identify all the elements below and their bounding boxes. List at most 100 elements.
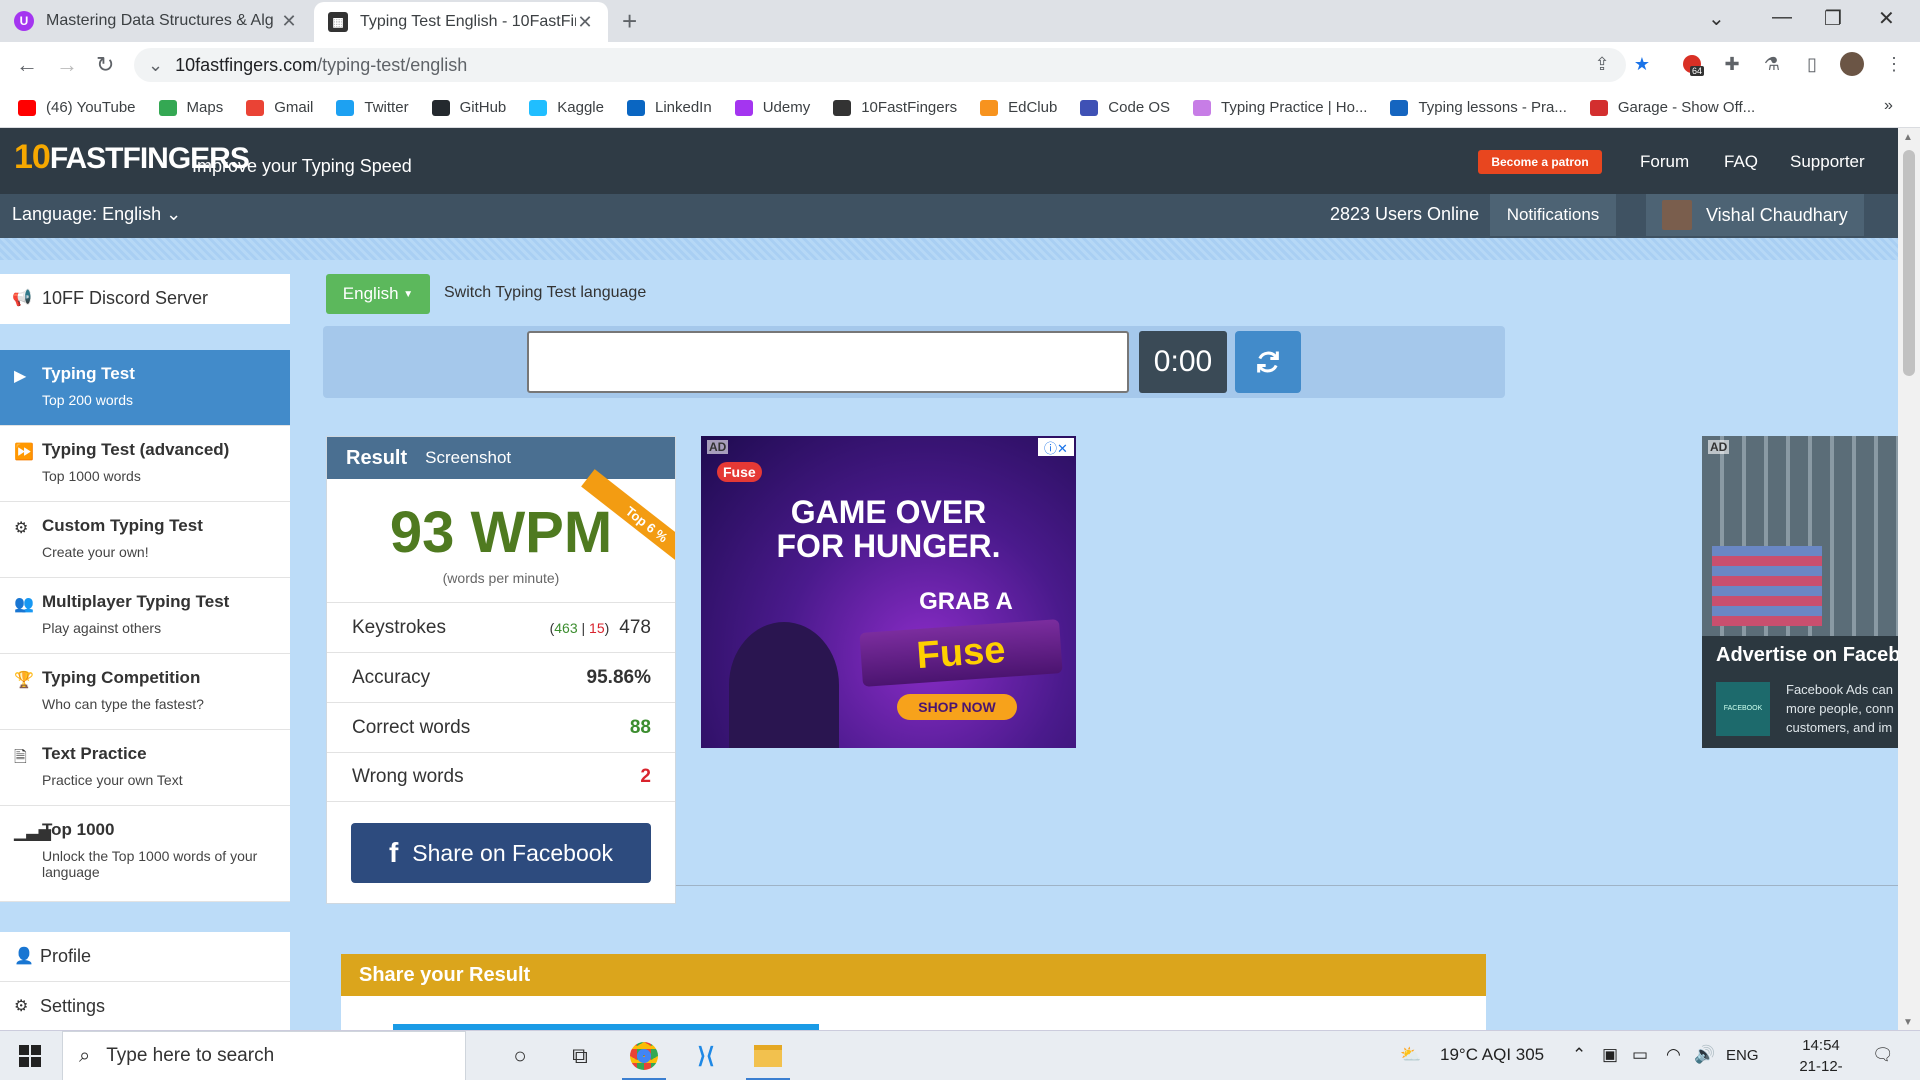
bookmark-item[interactable]: Typing Practice | Ho... — [1193, 99, 1367, 116]
weather-text[interactable]: 19°C AQI 305 — [1440, 1045, 1544, 1065]
back-button[interactable]: ← — [16, 52, 38, 78]
new-tab-button[interactable]: + — [622, 6, 637, 37]
show-hidden-icons-icon[interactable]: ⌃ — [1572, 1045, 1586, 1065]
sidebar-item-settings[interactable]: ⚙ Settings — [0, 982, 290, 1032]
bookmark-item[interactable]: Kaggle — [529, 99, 604, 116]
share-result-header: Share your Result — [341, 954, 1486, 996]
volume-icon[interactable]: 🔊 — [1694, 1045, 1715, 1065]
correct-words-label: Correct words — [352, 716, 471, 738]
battery-icon[interactable]: ▭ — [1632, 1045, 1648, 1065]
site-info-icon[interactable]: ⌄ — [148, 55, 163, 76]
bookmark-label: Maps — [186, 99, 224, 116]
screenshot-tab[interactable]: Screenshot — [425, 448, 511, 468]
bookmark-item[interactable]: Udemy — [734, 99, 810, 116]
bookmark-item[interactable]: Typing lessons - Pra... — [1390, 99, 1567, 116]
gamer-silhouette — [729, 622, 839, 748]
share-facebook-button[interactable]: f Share on Facebook — [351, 823, 651, 883]
sidebar-item-users[interactable]: 👥 Multiplayer Typing Test Play against oth… — [0, 578, 290, 654]
scrollbar-thumb[interactable] — [1903, 150, 1915, 376]
bookmark-item[interactable]: GitHub — [431, 99, 506, 116]
scroll-up-arrow[interactable]: ▲ — [1903, 132, 1913, 143]
discord-box[interactable]: 📢 10FF Discord Server — [0, 274, 290, 324]
nav-faq[interactable]: FAQ — [1724, 152, 1758, 172]
tab-udemy[interactable]: U Mastering Data Structures & Alg ✕ — [0, 0, 312, 42]
sidebar-item-play[interactable]: ▶ Typing Test Top 200 words — [0, 350, 290, 426]
sidebar-item-title: Typing Competition — [42, 668, 201, 687]
chrome-menu-icon[interactable]: ⋮ — [1882, 52, 1906, 76]
tab-search-icon[interactable]: ⌄ — [1708, 6, 1725, 31]
more-bookmarks-icon[interactable]: » — [1884, 97, 1893, 115]
vscode-taskbar-icon[interactable]: ⟩⟨ — [676, 1031, 736, 1080]
labs-flask-icon[interactable]: ⚗ — [1760, 52, 1784, 76]
bookmark-item[interactable]: (46) YouTube — [18, 99, 136, 116]
bookmark-item[interactable]: Gmail — [246, 99, 313, 116]
close-tab-icon[interactable]: ✕ — [576, 12, 594, 33]
taskbar-search[interactable]: ⌕ Type here to search — [62, 1031, 466, 1080]
cortana-icon[interactable]: ○ — [490, 1031, 550, 1080]
bookmark-item[interactable]: Garage - Show Off... — [1589, 99, 1755, 116]
restore-button[interactable]: ❐ — [1824, 6, 1842, 31]
bookmark-star-icon[interactable]: ★ — [1630, 52, 1654, 76]
weather-icon[interactable]: ⛅ — [1400, 1045, 1421, 1065]
sidebar-item-signal-bars[interactable]: ▁▃▅ Top 1000 Unlock the Top 1000 words of … — [0, 806, 290, 902]
wifi-icon[interactable]: ◠ — [1666, 1045, 1681, 1065]
extension-adblock-icon[interactable]: 64 — [1680, 52, 1705, 76]
close-tab-icon[interactable]: ✕ — [280, 11, 298, 32]
sidebar-item-trophy[interactable]: 🏆 Typing Competition Who can type the fast… — [0, 654, 290, 730]
typing-input[interactable] — [527, 331, 1129, 393]
side-panel-icon[interactable]: ▯ — [1800, 52, 1824, 76]
notifications-button[interactable]: Notifications — [1490, 194, 1616, 236]
correct-words-value: 88 — [629, 716, 651, 738]
tab-10fastfingers[interactable]: ▦ Typing Test English - 10FastFinge ✕ — [314, 2, 608, 42]
meet-now-icon[interactable]: ▣ — [1602, 1045, 1618, 1065]
reload-page-button[interactable]: ↻ — [96, 52, 114, 78]
sidebar-item-document[interactable]: 🗎 Text Practice Practice your own Text — [0, 730, 290, 806]
minimize-button[interactable]: — — [1772, 6, 1792, 29]
typing-practice-icon — [1193, 99, 1211, 116]
ad-close-icon[interactable]: ⓘ✕ — [1038, 438, 1074, 456]
sidebar-item-cogs[interactable]: ⚙ Custom Typing Test Create your own! — [0, 502, 290, 578]
file-explorer-taskbar-icon[interactable] — [738, 1031, 798, 1080]
bookmark-item[interactable]: EdClub — [980, 99, 1057, 116]
discord-link[interactable]: 10FF Discord Server — [42, 288, 208, 309]
notifications-icon[interactable]: 🗨 — [1872, 1045, 1894, 1065]
cogs-icon: ⚙ — [14, 520, 29, 537]
bookmark-item[interactable]: Code OS — [1080, 99, 1170, 116]
language-dropdown-button[interactable]: English ▼ — [326, 274, 430, 314]
result-tab[interactable]: Result — [346, 447, 407, 470]
profile-avatar-icon[interactable] — [1840, 52, 1864, 76]
fuse-ad[interactable]: AD ⓘ✕ Fuse GAME OVER FOR HUNGER. GRAB A … — [701, 436, 1076, 748]
task-view-icon[interactable]: ⧉ — [550, 1031, 610, 1080]
become-patron-button[interactable]: Become a patron — [1478, 150, 1602, 174]
address-bar[interactable]: ⌄ 10fastfingers.com/typing-test/english — [134, 48, 1626, 82]
close-window-button[interactable]: ✕ — [1878, 6, 1895, 31]
sidebar-item-fast-forward[interactable]: ⏩ Typing Test (advanced) Top 1000 words — [0, 426, 290, 502]
facebook-ad[interactable]: AD Advertise on Faceb FACEBOOK Facebook … — [1702, 436, 1898, 748]
nav-supporter[interactable]: Supporter — [1790, 152, 1865, 172]
scroll-down-arrow[interactable]: ▼ — [1903, 1017, 1913, 1028]
input-language[interactable]: ENG — [1726, 1047, 1759, 1064]
sidebar-item-label: Settings — [40, 996, 106, 1016]
sidebar-item-title: Typing Test (advanced) — [42, 440, 230, 459]
user-menu[interactable]: Vishal Chaudhary — [1646, 194, 1864, 236]
extensions-puzzle-icon[interactable]: ✚ — [1720, 52, 1744, 76]
shop-now-button[interactable]: SHOP NOW — [897, 694, 1017, 720]
share-icon[interactable]: ⇪ — [1590, 52, 1614, 76]
start-button[interactable] — [0, 1031, 60, 1080]
chevron-down-icon: ⌄ — [166, 204, 182, 224]
chrome-taskbar-icon[interactable] — [614, 1031, 674, 1080]
page-scrollbar[interactable]: ▲ ▼ — [1898, 128, 1920, 1030]
bookmark-item[interactable]: LinkedIn — [626, 99, 712, 116]
bookmark-item[interactable]: 10FastFingers — [833, 99, 957, 116]
bookmark-item[interactable]: Maps — [158, 99, 224, 116]
nav-forum[interactable]: Forum — [1640, 152, 1689, 172]
sidebar-item-profile[interactable]: 👤 Profile — [0, 932, 290, 982]
url-path: /typing-test/english — [317, 54, 468, 75]
fb-ad-text: Facebook Ads can more people, conn custo… — [1786, 682, 1894, 735]
restart-button[interactable] — [1235, 331, 1301, 393]
clock[interactable]: 14:54 21-12-2021 — [1786, 1035, 1856, 1080]
clock-date: 21-12-2021 — [1799, 1058, 1843, 1080]
forward-button[interactable]: → — [56, 52, 78, 78]
language-selector[interactable]: Language: English ⌄ — [12, 204, 181, 225]
bookmark-item[interactable]: Twitter — [336, 99, 409, 116]
